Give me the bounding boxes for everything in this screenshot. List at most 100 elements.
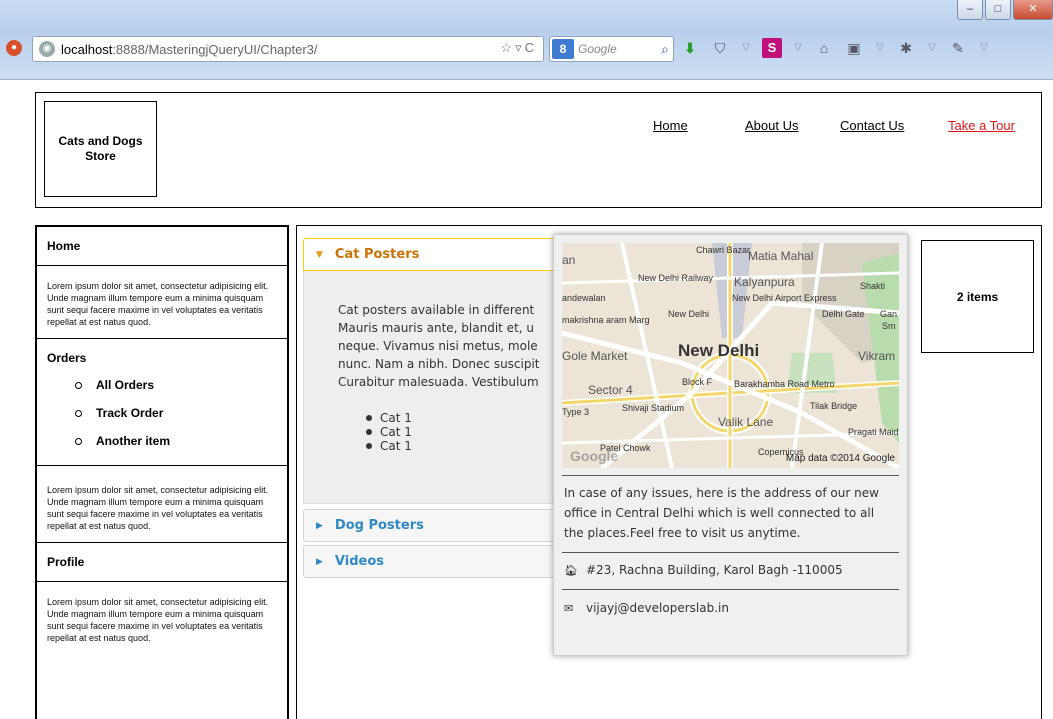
- toolbar-icons: ⬇ ⛉ ▽ S ▽ ⌂ ▣ ▽ ✱ ▽ ✎ ▽: [680, 38, 990, 58]
- map-label-new-delhi: New Delhi: [678, 341, 760, 360]
- sidebar-item-all-orders[interactable]: All Orders: [75, 371, 277, 399]
- map-label: Type 3: [562, 407, 590, 417]
- sidebar-orders-heading: Orders: [47, 351, 87, 365]
- map-label: Barakhamba Road Metro: [734, 379, 835, 389]
- dropdown-icon[interactable]: ▿: [515, 40, 525, 55]
- map-label: Sm: [882, 321, 896, 331]
- sidebar-item-label: Another item: [96, 434, 171, 448]
- google-logo: Google: [570, 448, 619, 464]
- close-button[interactable]: ✕: [1013, 0, 1053, 20]
- location-map[interactable]: Chawri Bazar Matia Mahal an New Delhi Ra…: [562, 243, 899, 468]
- orders-list: All Orders Track Order Another item: [75, 371, 277, 455]
- bullet-icon: [366, 415, 372, 421]
- sidebar-home-heading: Home: [37, 227, 287, 266]
- address-line: 🏠︎ #23, Rachna Building, Karol Bagh -110…: [564, 563, 843, 577]
- home-icon: 🏠︎: [564, 563, 578, 577]
- dropdown-icon[interactable]: ▽: [792, 38, 804, 58]
- accordion-header-label: Cat Posters: [334, 247, 420, 262]
- page-header: Cats and Dogs Store Home About Us Contac…: [35, 92, 1042, 208]
- bookmarks-icon[interactable]: ▣: [844, 38, 864, 58]
- cart-box[interactable]: 2 items: [921, 240, 1034, 353]
- sidebar-lorem-text: Lorem ipsum dolor sit amet, consectetur …: [47, 597, 269, 643]
- list-item-label: Cat 1: [380, 411, 412, 425]
- addon-s-icon[interactable]: S: [762, 38, 782, 58]
- map-label: an: [562, 253, 576, 267]
- envelope-icon: ✉: [564, 601, 574, 615]
- map-label: Shivaji Stadium: [622, 403, 685, 413]
- accordion-header-label: Videos: [334, 554, 385, 569]
- dropdown-icon[interactable]: ▽: [740, 38, 752, 58]
- address-text: #23, Rachna Building, Karol Bagh -110005: [586, 563, 843, 577]
- list-item-label: Cat 1: [380, 425, 412, 439]
- dropdown-icon[interactable]: ▽: [926, 38, 938, 58]
- map-label: New Delhi: [668, 309, 710, 319]
- map-label: Gan: [880, 309, 898, 319]
- tools-icon[interactable]: ✎: [948, 38, 968, 58]
- map-label: Gole Market: [562, 349, 628, 363]
- firebug-icon[interactable]: ✱: [896, 38, 916, 58]
- divider: [562, 475, 899, 476]
- nav-contact-link[interactable]: Contact Us: [840, 118, 904, 133]
- map-label: Delhi Gate: [822, 309, 865, 319]
- maximize-button[interactable]: □: [985, 0, 1011, 20]
- sidebar-item-label: Track Order: [96, 406, 164, 420]
- email-line: ✉ vijayj@developerslab.in: [564, 601, 729, 615]
- list-item-label: Cat 1: [380, 439, 412, 453]
- email-text[interactable]: vijayj@developerslab.in: [586, 601, 729, 615]
- triangle-down-icon: ▼: [316, 249, 323, 260]
- google-icon[interactable]: 8: [552, 39, 574, 59]
- home-icon[interactable]: ⌂: [814, 38, 834, 58]
- bullet-icon: [366, 443, 372, 449]
- circle-bullet-icon: [75, 409, 82, 417]
- bullet-icon: [366, 429, 372, 435]
- url-path: :8888/MasteringjQueryUI/Chapter3/: [112, 41, 318, 57]
- minimize-button[interactable]: –: [957, 0, 983, 20]
- download-icon[interactable]: ⬇: [680, 38, 700, 58]
- nav-take-tour-link[interactable]: Take a Tour: [948, 118, 1015, 133]
- map-label: Valik Lane: [718, 415, 774, 429]
- firefox-menu-icon[interactable]: ●: [6, 40, 22, 56]
- map-label: Shakti: [860, 281, 886, 291]
- dropdown-icon[interactable]: ▽: [978, 38, 990, 58]
- sidebar-orders-section: Orders All Orders Track Order Another it…: [37, 339, 287, 466]
- triangle-right-icon: ▶: [316, 520, 323, 531]
- url-text: localhost:8888/MasteringjQueryUI/Chapter…: [61, 42, 318, 57]
- browser-chrome: – □ ✕ ● ◉ localhost:8888/MasteringjQuery…: [0, 0, 1053, 80]
- nav-about-link[interactable]: About Us: [745, 118, 798, 133]
- map-label: makrishna aram Marg: [562, 315, 650, 325]
- divider: [562, 589, 899, 590]
- sidebar-item-track-order[interactable]: Track Order: [75, 399, 277, 427]
- search-icon[interactable]: ⌕: [661, 41, 669, 58]
- divider: [562, 552, 899, 553]
- window-controls: – □ ✕: [955, 0, 1053, 22]
- url-actions: ☆▿C: [500, 40, 537, 56]
- map-label: andewalan: [562, 293, 606, 303]
- navigation-toolbar: ● ◉ localhost:8888/MasteringjQueryUI/Cha…: [0, 30, 1053, 70]
- circle-bullet-icon: [75, 437, 82, 445]
- store-logo: Cats and Dogs Store: [44, 101, 157, 197]
- dropdown-icon[interactable]: ▽: [874, 38, 886, 58]
- web-page: Cats and Dogs Store Home About Us Contac…: [0, 81, 1053, 719]
- sidebar-item-another-item[interactable]: Another item: [75, 427, 277, 455]
- address-bar[interactable]: ◉ localhost:8888/MasteringjQueryUI/Chapt…: [32, 36, 544, 62]
- search-placeholder: Google: [578, 42, 617, 56]
- map-credit[interactable]: Map data ©2014 Google: [786, 453, 895, 464]
- sidebar-lorem-text: Lorem ipsum dolor sit amet, consectetur …: [37, 266, 287, 339]
- sidebar: Home Lorem ipsum dolor sit amet, consect…: [35, 225, 289, 719]
- nav-home-link[interactable]: Home: [653, 118, 688, 133]
- circle-bullet-icon: [75, 381, 82, 389]
- url-host: localhost: [61, 41, 113, 57]
- sidebar-lorem-text: Lorem ipsum dolor sit amet, consectetur …: [37, 466, 287, 543]
- contact-tooltip-popup: Chawri Bazar Matia Mahal an New Delhi Ra…: [553, 234, 908, 656]
- globe-icon: ◉: [39, 41, 55, 57]
- top-navigation: Home About Us Contact Us Take a Tour: [36, 118, 1041, 138]
- triangle-right-icon: ▶: [316, 556, 323, 567]
- sidebar-profile-heading: Profile: [37, 543, 287, 582]
- search-bar[interactable]: 8 Google ⌕: [549, 36, 674, 62]
- bookmark-star-icon[interactable]: ☆: [500, 40, 515, 55]
- reload-icon[interactable]: C: [525, 40, 537, 55]
- map-label: Chawri Bazar: [696, 245, 751, 255]
- map-label: Pragati Maidan: [848, 427, 899, 437]
- pocket-icon[interactable]: ⛉: [710, 38, 730, 58]
- map-label: Vikram Nagar: [858, 349, 899, 363]
